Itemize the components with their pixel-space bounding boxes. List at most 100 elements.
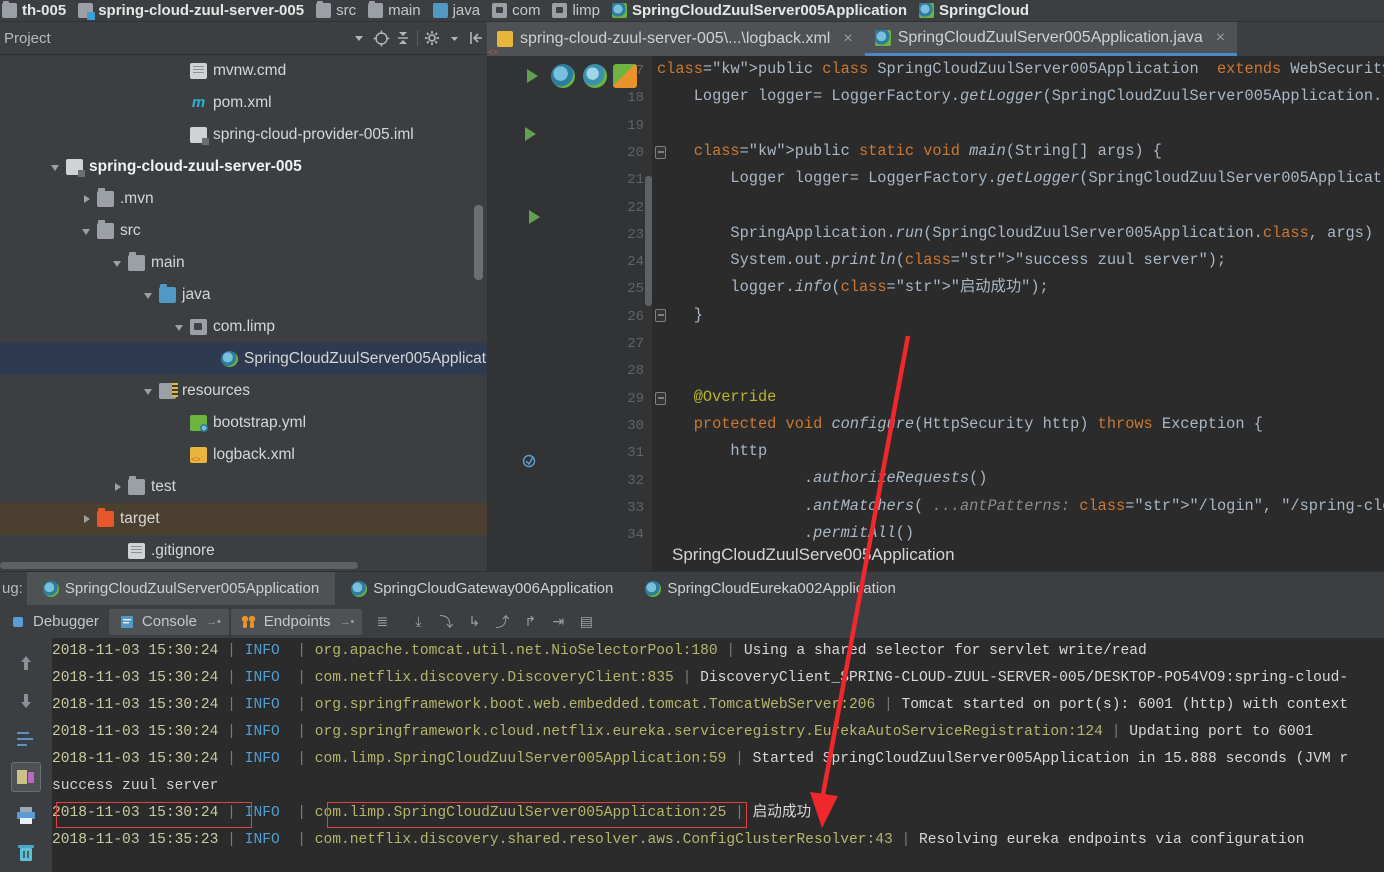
close-icon[interactable]: ×	[1216, 29, 1225, 47]
gear-icon[interactable]	[421, 27, 443, 49]
spring-config-gutter-icon[interactable]	[583, 64, 607, 88]
tree-node[interactable]: resources	[0, 375, 487, 407]
breadcrumb-item[interactable]: SpringCloud	[917, 2, 1039, 19]
tree-vertical-scrollbar[interactable]	[474, 205, 483, 280]
java-folder-icon	[433, 3, 448, 18]
code-text[interactable]: class="kw">public class SpringCloudZuulS…	[657, 56, 1384, 547]
console-output[interactable]: 2018-11-03 15:30:24 | INFO | org.apache.…	[52, 638, 1384, 872]
tree-node[interactable]: mvnw.cmd	[0, 55, 487, 87]
chevron-down-icon[interactable]	[348, 27, 370, 49]
soft-wrap-icon[interactable]	[11, 724, 41, 754]
layout-icon[interactable]: ≣	[372, 612, 392, 632]
tree-node[interactable]: SpringCloudZuulServer005Application	[0, 343, 487, 375]
tree-node[interactable]: spring-cloud-zuul-server-005	[0, 151, 487, 183]
run-to-cursor-icon[interactable]: ⇥	[548, 612, 568, 632]
console-toolbar-item[interactable]: Console→•	[109, 609, 229, 635]
line-number: 22	[627, 200, 644, 216]
tree-node[interactable]: mpom.xml	[0, 87, 487, 119]
tree-horizontal-scrollbar[interactable]	[0, 562, 358, 569]
spring-bean-gutter-icon[interactable]	[551, 64, 575, 88]
console-icon	[117, 612, 137, 632]
breadcrumb-item[interactable]: src	[314, 2, 366, 19]
console-logger: com.netflix.discovery.DiscoveryClient:83…	[315, 670, 674, 686]
close-icon[interactable]: ×	[843, 30, 852, 48]
target-icon[interactable]	[370, 27, 392, 49]
run-gutter-icon[interactable]	[525, 127, 536, 141]
hide-panel-icon[interactable]	[465, 27, 487, 49]
chevron-right-icon[interactable]	[111, 480, 125, 494]
spring-endpoint-gutter-icon[interactable]	[613, 64, 637, 88]
project-tree[interactable]: mvnw.cmdmpom.xmlspring-cloud-provider-00…	[0, 55, 487, 571]
editor-gutter[interactable]: 171819202122232425262728293031323334	[487, 56, 652, 571]
chevron-down-small-icon[interactable]	[443, 27, 465, 49]
breadcrumb-item[interactable]: th-005	[0, 2, 76, 19]
editor-scrollbar[interactable]	[645, 176, 652, 306]
print-icon[interactable]	[11, 800, 41, 830]
breadcrumb-label: SpringCloudZuulServer005Application	[632, 2, 907, 19]
clear-all-icon[interactable]	[11, 838, 41, 868]
step-into-icon[interactable]: ↳	[464, 612, 484, 632]
tree-node-label: test	[151, 478, 176, 496]
run-config-tab[interactable]: SpringCloudGateway006Application	[335, 572, 629, 606]
pin-tab-icon[interactable]: →•	[206, 616, 221, 628]
tree-node[interactable]: test	[0, 471, 487, 503]
line-number: 31	[627, 445, 644, 461]
step-out-icon[interactable]: ⤴	[492, 612, 512, 632]
breadcrumb-item[interactable]: spring-cloud-zuul-server-005	[76, 2, 314, 19]
spring-class-icon	[221, 351, 238, 367]
tree-node[interactable]: main	[0, 247, 487, 279]
override-gutter-icon[interactable]	[522, 453, 538, 469]
editor-tab-bar[interactable]: spring-cloud-zuul-server-005\...\logback…	[487, 22, 1384, 56]
force-step-icon[interactable]: ↱	[520, 612, 540, 632]
spring-run-icon	[645, 581, 661, 597]
breadcrumb-item[interactable]: com	[490, 2, 550, 19]
chevron-down-icon[interactable]	[142, 384, 156, 398]
console-side-rail[interactable]	[0, 638, 52, 872]
console-toolbar-item[interactable]: Endpoints→•	[231, 609, 363, 635]
tree-node[interactable]: src	[0, 215, 487, 247]
console-level: INFO	[245, 832, 298, 848]
run-configuration-tabs[interactable]: ug:SpringCloudZuulServer005ApplicationSp…	[0, 571, 1384, 605]
tree-node-label: .mvn	[120, 190, 154, 208]
tree-node[interactable]: com.limp	[0, 311, 487, 343]
chevron-right-icon[interactable]	[80, 192, 94, 206]
tree-node[interactable]: target	[0, 503, 487, 535]
breadcrumb-item[interactable]: SpringCloudZuulServer005Application	[610, 2, 917, 19]
run-config-tab[interactable]: SpringCloudEureka002Application	[629, 572, 912, 606]
run-method-gutter-icon[interactable]	[529, 210, 540, 224]
tree-node[interactable]: logback.xml	[0, 439, 487, 471]
breadcrumb-item[interactable]: main	[366, 2, 431, 19]
breadcrumb-label: src	[336, 2, 356, 19]
folder-icon	[368, 3, 383, 18]
evaluate-icon[interactable]: ▤	[576, 612, 596, 632]
tree-node[interactable]: java	[0, 279, 487, 311]
trace-over-icon[interactable]: ⤓	[408, 612, 428, 632]
breadcrumb-item[interactable]: limp	[550, 2, 610, 19]
console-toolbar-item[interactable]: Debugger	[0, 609, 107, 635]
chevron-right-icon[interactable]	[80, 512, 94, 526]
chevron-down-icon[interactable]	[49, 160, 63, 174]
scroll-up-icon[interactable]	[11, 648, 41, 678]
breadcrumb-item[interactable]: java	[431, 2, 491, 19]
breadcrumb: th-005spring-cloud-zuul-server-005 srcmai…	[0, 0, 1384, 22]
tree-node[interactable]: bootstrap.yml	[0, 407, 487, 439]
run-config-tab[interactable]: SpringCloudZuulServer005Application	[27, 572, 335, 606]
chevron-down-icon[interactable]	[173, 320, 187, 334]
chevron-down-icon[interactable]	[111, 256, 125, 270]
tree-node[interactable]: .mvn	[0, 183, 487, 215]
step-over-icon[interactable]: ⤵	[436, 612, 456, 632]
pin-tab-icon[interactable]: →•	[340, 616, 355, 628]
collapse-all-icon[interactable]	[392, 27, 414, 49]
scroll-down-icon[interactable]	[11, 686, 41, 716]
code-line: .permitAll()	[657, 520, 1384, 547]
chevron-down-icon[interactable]	[80, 224, 94, 238]
line-number: 27	[627, 336, 644, 352]
code-editor[interactable]: 171819202122232425262728293031323334 cla…	[487, 56, 1384, 571]
editor-tab[interactable]: spring-cloud-zuul-server-005\...\logback…	[487, 22, 865, 56]
scroll-to-end-icon[interactable]	[11, 762, 41, 792]
console-toolbar[interactable]: DebuggerConsole→•Endpoints→• ≣ ⤓ ⤵ ↳ ⤴ ↱ ⇥ ▤	[0, 605, 1384, 638]
tree-node[interactable]: spring-cloud-provider-005.iml	[0, 119, 487, 151]
run-class-gutter-icon[interactable]	[527, 69, 538, 83]
editor-tab[interactable]: SpringCloudZuulServer005Application.java…	[865, 22, 1237, 56]
chevron-down-icon[interactable]	[142, 288, 156, 302]
